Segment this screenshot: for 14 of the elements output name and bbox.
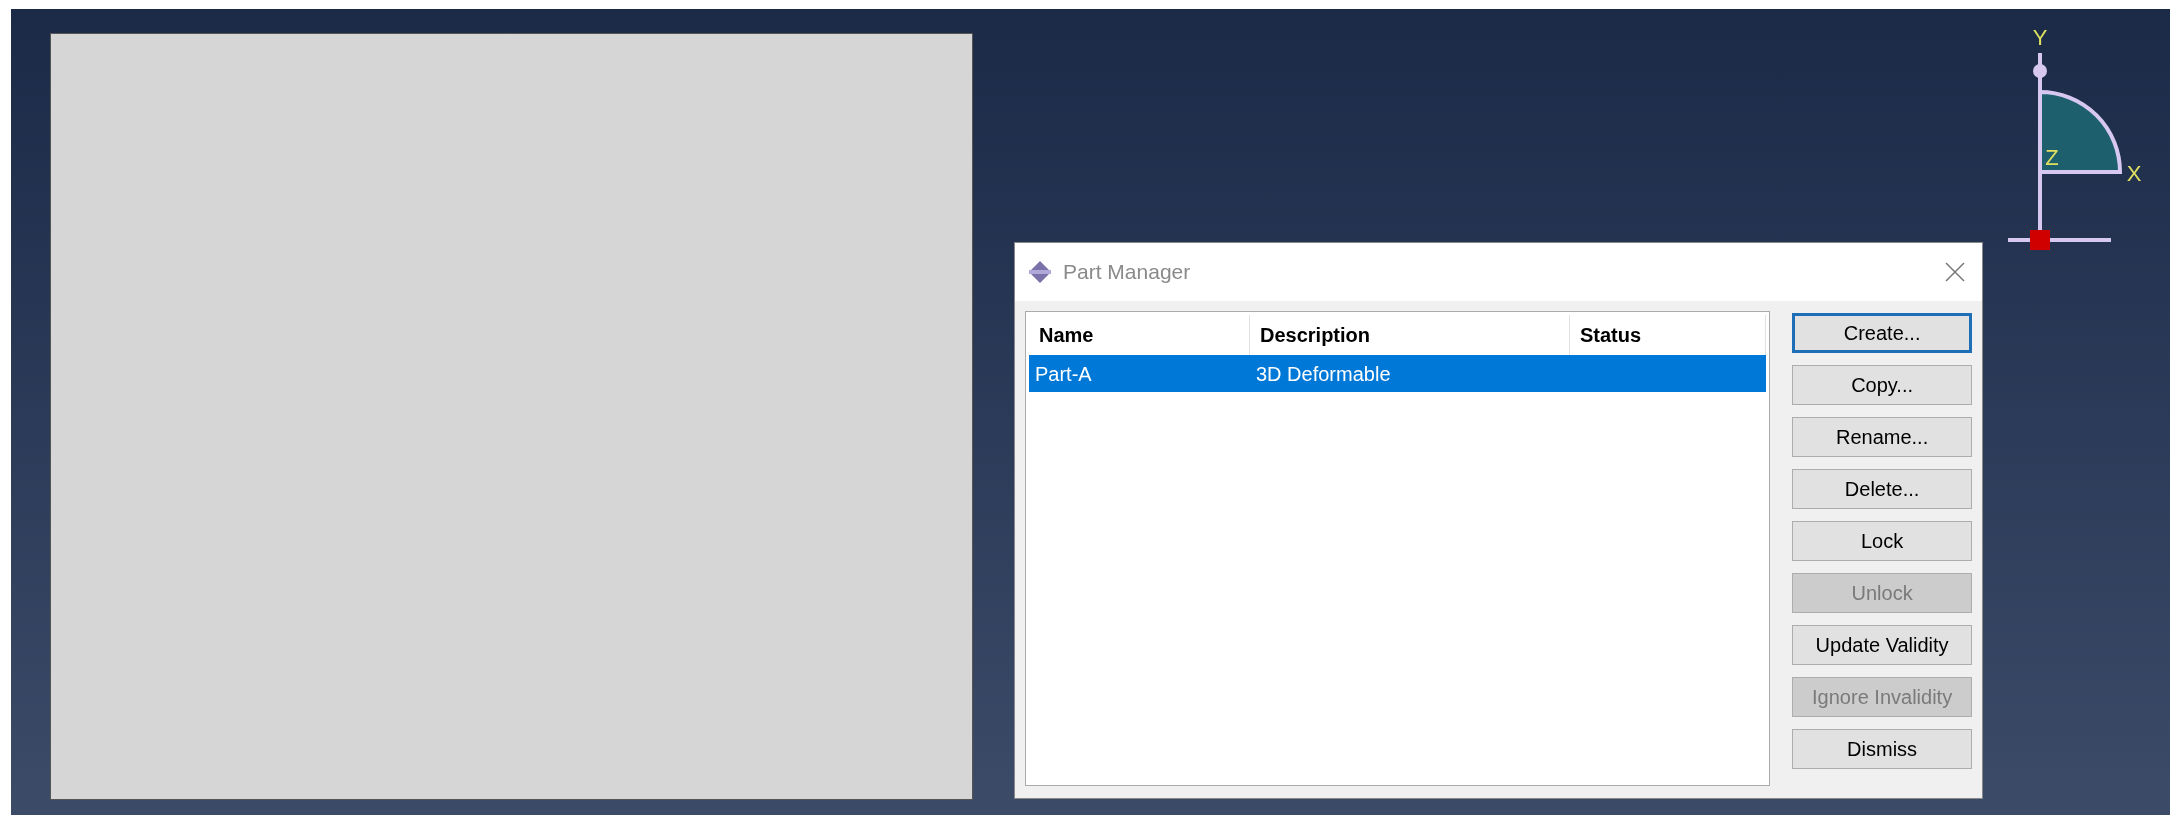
table-row[interactable]: Part-A 3D Deformable bbox=[1029, 355, 1767, 392]
dialog-button[interactable]: Rename... bbox=[1792, 417, 1972, 457]
close-icon[interactable] bbox=[1944, 261, 1966, 283]
dialog-button[interactable]: Create... bbox=[1792, 313, 1972, 353]
axis-triad-drawing: X Y Z bbox=[1996, 15, 2146, 250]
table-cell-text: Part-A bbox=[1035, 361, 1092, 387]
dialog-button[interactable]: Copy... bbox=[1792, 365, 1972, 405]
dialog-title: Part Manager bbox=[1063, 259, 1191, 286]
dialog-icon bbox=[1027, 259, 1053, 285]
table-cell-text: 3D Deformable bbox=[1256, 361, 1391, 387]
dialog-button[interactable]: Lock bbox=[1792, 521, 1972, 561]
dialog-button[interactable]: Update Validity bbox=[1792, 625, 1972, 665]
dialog-button[interactable]: Dismiss bbox=[1792, 729, 1972, 769]
dialog-button[interactable]: Delete... bbox=[1792, 469, 1972, 509]
